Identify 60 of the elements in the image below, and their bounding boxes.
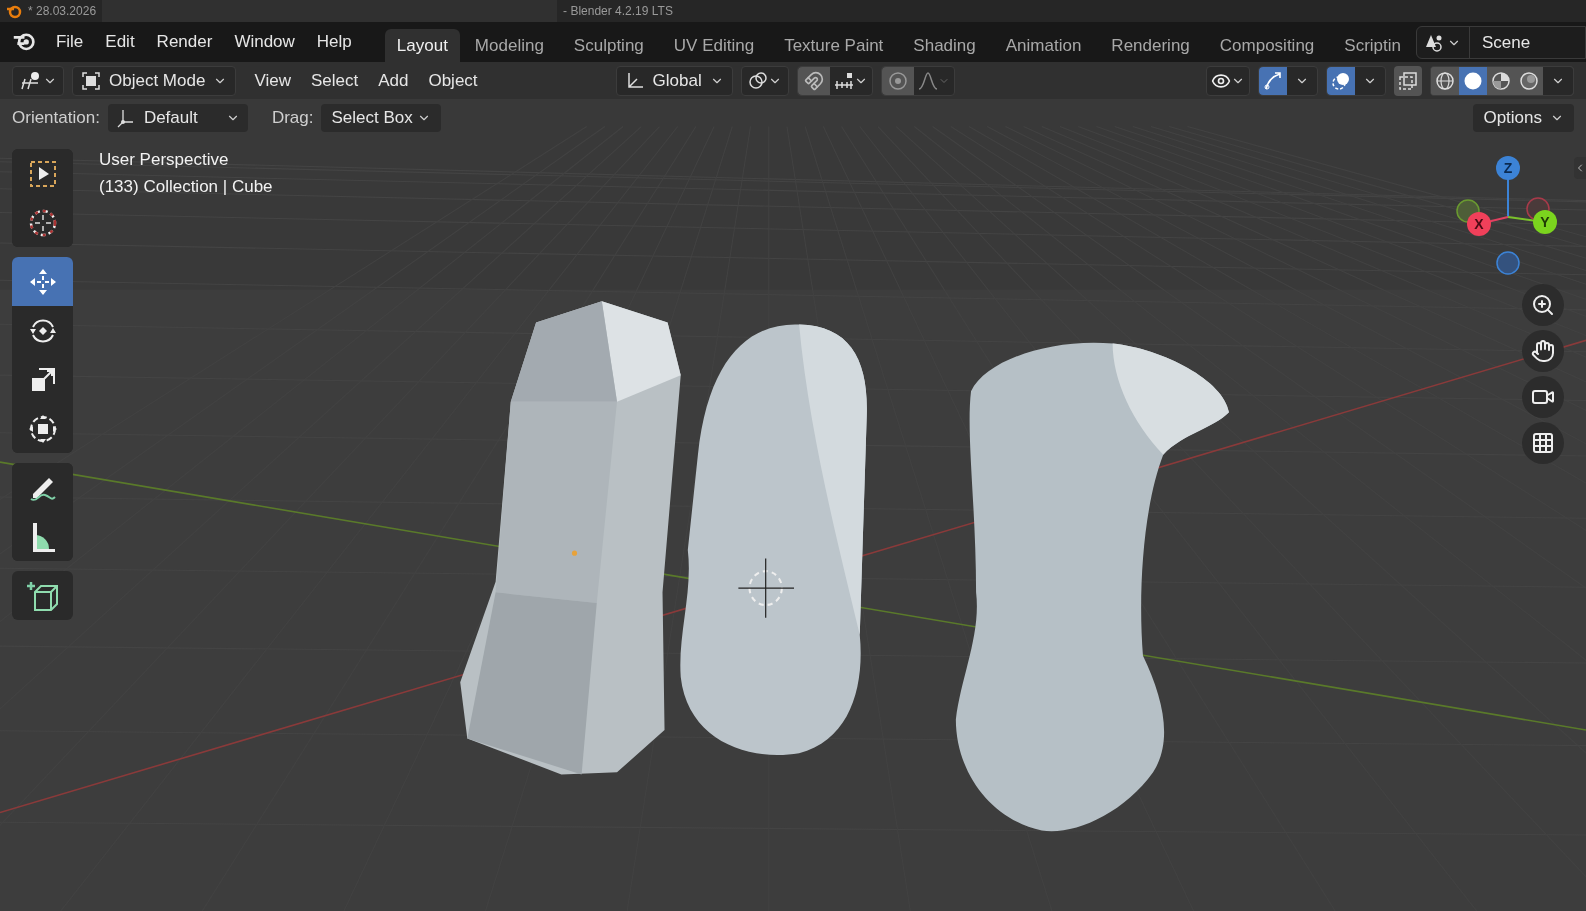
snap-toggle[interactable]	[797, 66, 830, 95]
workspace-tab[interactable]: Modeling	[459, 29, 559, 62]
falloff-curve-icon	[917, 70, 938, 91]
workspace-tab[interactable]: Shading	[898, 29, 991, 62]
grid-icon	[1531, 431, 1555, 455]
app-title: - Blender 4.2.19 LTS	[563, 3, 673, 20]
workspace-tab[interactable]: Texture Paint	[769, 29, 899, 62]
drag-label: Drag:	[271, 107, 314, 130]
object-mode-icon	[81, 70, 101, 91]
editor-type-button[interactable]	[12, 65, 64, 96]
add-cube-icon	[26, 579, 59, 612]
increment-icon	[833, 70, 854, 91]
solid-sphere-icon	[1463, 70, 1483, 91]
visibility-dropdown[interactable]	[1206, 65, 1250, 96]
workspace-tab[interactable]: Sculpting	[558, 29, 659, 62]
gizmo-toggle[interactable]	[1259, 66, 1287, 95]
transform-orientation-dropdown[interactable]: Default	[107, 104, 248, 132]
options-dropdown[interactable]: Options	[1473, 104, 1574, 132]
hand-icon	[1531, 339, 1555, 363]
axis-gizmo-drawing[interactable]: Z X Y	[1453, 145, 1563, 280]
sidebar-toggle[interactable]	[1574, 157, 1586, 179]
magnet-icon	[803, 70, 824, 91]
app-logo-icon	[6, 3, 22, 19]
xray-squares-icon	[1398, 70, 1418, 91]
proportional-edit-toggle[interactable]	[881, 66, 914, 95]
target-circle-icon	[887, 70, 908, 91]
xray-toggle[interactable]	[1394, 65, 1422, 96]
workspace-tab[interactable]: Rendering	[1096, 29, 1205, 62]
header-menu[interactable]: Select	[300, 65, 369, 96]
orientation-dropdown[interactable]: Global	[615, 65, 733, 96]
orientation-label: Orientation:	[12, 107, 100, 130]
pivot-rings-icon	[747, 70, 768, 91]
menu-item[interactable]: Help	[305, 22, 363, 62]
menu-item[interactable]: File	[44, 22, 95, 62]
header-menu[interactable]: Object	[418, 65, 488, 96]
menu-item[interactable]: Render	[145, 22, 224, 62]
material-sphere-icon	[1491, 70, 1511, 91]
gizmo-arrow-icon	[1263, 70, 1283, 91]
menu-item[interactable]: Window	[223, 22, 306, 62]
workspace-tab[interactable]: Layout	[384, 29, 460, 62]
workspace-tab[interactable]: Scriptin	[1329, 29, 1416, 62]
workspace-tab[interactable]: Animation	[990, 29, 1097, 62]
header-menu[interactable]: View	[244, 65, 301, 96]
overlays-toggle[interactable]	[1327, 66, 1355, 95]
zoom-icon	[1531, 293, 1555, 317]
viewport-info-text: (133) Collection | Cube	[99, 176, 273, 198]
drag-dropdown[interactable]: Select Box	[321, 104, 441, 132]
overlay-circles-icon	[1331, 70, 1351, 91]
file-title: * 28.03.2026	[28, 3, 97, 20]
shading-mode-button[interactable]	[1459, 66, 1487, 95]
viewport-info-text: User Perspective	[99, 149, 230, 171]
header-menu[interactable]: Add	[368, 65, 419, 96]
wireframe-sphere-icon	[1435, 70, 1455, 91]
rendered-sphere-icon	[1519, 70, 1539, 91]
workspace-tab[interactable]: Compositing	[1204, 29, 1330, 62]
workspace-tab[interactable]: UV Editing	[658, 29, 770, 62]
pivot-dropdown[interactable]	[740, 65, 789, 96]
mode-dropdown[interactable]: Object Mode	[72, 65, 237, 96]
menu-item[interactable]: Edit	[94, 22, 146, 62]
axes-icon	[115, 108, 136, 128]
